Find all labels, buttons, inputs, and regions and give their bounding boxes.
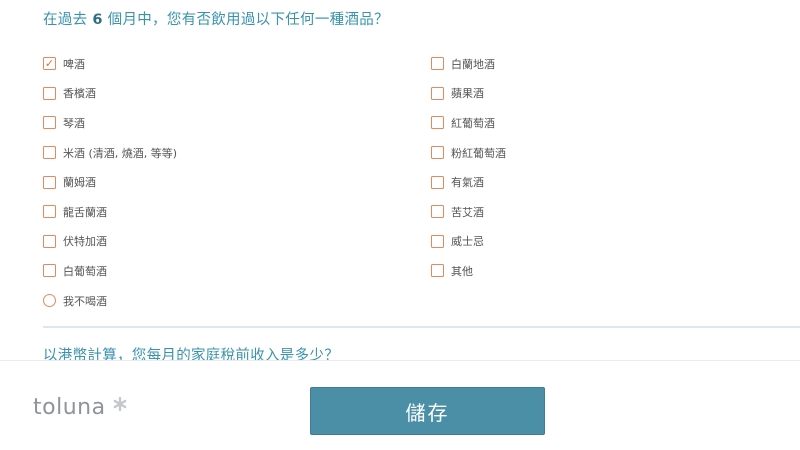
options-left-column: ✓ 啤酒 香檳酒 琴酒 米酒 (清酒, 燒酒, 等等) 蘭姆酒 龍舌蘭酒 伏特加…	[43, 49, 177, 315]
option-label: 香檳酒	[63, 87, 96, 101]
checkbox-icon[interactable]	[431, 116, 444, 130]
options-right-column: 白蘭地酒 蘋果酒 紅葡萄酒 粉紅葡萄酒 有氣酒 苦艾酒 威士忌 其他	[431, 49, 506, 286]
save-button[interactable]: 儲存	[310, 387, 545, 435]
option-absinthe[interactable]: 苦艾酒	[431, 197, 506, 227]
checkbox-icon[interactable]	[431, 146, 444, 160]
asterisk-logo-icon	[113, 397, 127, 411]
option-label: 有氣酒	[451, 176, 484, 190]
option-label: 琴酒	[63, 116, 85, 130]
question-prefix: 在過去	[43, 12, 88, 28]
checkbox-icon[interactable]	[43, 146, 56, 160]
option-label: 蘋果酒	[451, 87, 484, 101]
option-label: 粉紅葡萄酒	[451, 146, 506, 160]
checkbox-icon[interactable]	[43, 116, 56, 130]
option-rose-wine[interactable]: 粉紅葡萄酒	[431, 138, 506, 168]
checkbox-icon[interactable]	[431, 175, 444, 189]
checkbox-icon[interactable]	[431, 86, 444, 100]
option-label: 其他	[451, 264, 473, 278]
option-tequila[interactable]: 龍舌蘭酒	[43, 197, 177, 227]
option-label: 白葡萄酒	[63, 264, 107, 278]
option-label: 苦艾酒	[451, 205, 484, 219]
option-cider[interactable]: 蘋果酒	[431, 79, 506, 109]
option-red-wine[interactable]: 紅葡萄酒	[431, 108, 506, 138]
question-number: 6	[92, 12, 103, 28]
footer-bar: toluna 儲存	[0, 360, 800, 450]
option-rice-wine[interactable]: 米酒 (清酒, 燒酒, 等等)	[43, 138, 177, 168]
option-champagne[interactable]: 香檳酒	[43, 79, 177, 109]
section-divider	[43, 326, 800, 328]
option-white-wine[interactable]: 白葡萄酒	[43, 256, 177, 286]
option-no-drink[interactable]: 我不喝酒	[43, 286, 177, 316]
option-label: 龍舌蘭酒	[63, 205, 107, 219]
checkbox-icon[interactable]	[431, 264, 444, 278]
option-label: 啤酒	[63, 57, 85, 71]
checkbox-checked-icon[interactable]: ✓	[43, 57, 56, 71]
question-title: 在過去 6 個月中，您有否飲用過以下任何一種酒品？	[43, 8, 389, 29]
checkbox-icon[interactable]	[431, 205, 444, 219]
option-other[interactable]: 其他	[431, 256, 506, 286]
option-label: 伏特加酒	[63, 235, 107, 249]
checkbox-icon[interactable]	[43, 234, 56, 248]
checkbox-icon[interactable]	[43, 175, 56, 189]
option-beer[interactable]: ✓ 啤酒	[43, 49, 177, 79]
option-label: 我不喝酒	[63, 294, 107, 308]
option-label: 白蘭地酒	[451, 57, 495, 71]
checkbox-icon[interactable]	[43, 205, 56, 219]
option-rum[interactable]: 蘭姆酒	[43, 167, 177, 197]
option-label: 威士忌	[451, 235, 484, 249]
toluna-logo: toluna	[33, 395, 106, 420]
checkbox-icon[interactable]	[431, 234, 444, 248]
question-suffix: 個月中，您有否飲用過以下任何一種酒品？	[107, 12, 389, 28]
checkbox-icon[interactable]	[43, 264, 56, 278]
checkbox-icon[interactable]	[43, 86, 56, 100]
option-sparkling-wine[interactable]: 有氣酒	[431, 167, 506, 197]
option-label: 米酒 (清酒, 燒酒, 等等)	[63, 146, 178, 160]
radio-icon[interactable]	[43, 294, 56, 308]
option-whisky[interactable]: 威士忌	[431, 227, 506, 257]
option-brandy[interactable]: 白蘭地酒	[431, 49, 506, 79]
option-vodka[interactable]: 伏特加酒	[43, 227, 177, 257]
option-gin[interactable]: 琴酒	[43, 108, 177, 138]
option-label: 蘭姆酒	[63, 176, 96, 190]
checkbox-icon[interactable]	[431, 57, 444, 71]
option-label: 紅葡萄酒	[451, 116, 495, 130]
